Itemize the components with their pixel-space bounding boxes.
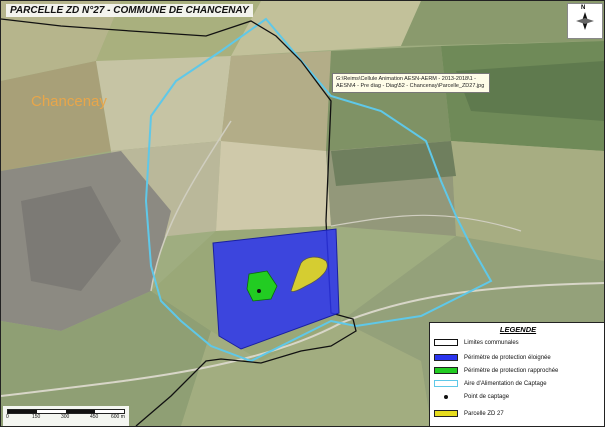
blue-swatch-icon (434, 354, 458, 361)
scale-tick: 150 (32, 414, 41, 420)
point-swatch-icon (434, 395, 458, 399)
legend: LEGENDE Limites communales Périmètre de … (429, 322, 604, 426)
north-arrow-icon: N (567, 3, 603, 39)
legend-item-rapprochee: Périmètre de protection rapprochée (434, 367, 558, 374)
legend-item-parcelle: Parcelle ZD 27 (434, 410, 504, 417)
compass-rose-icon (576, 12, 594, 30)
legend-label: Point de captage (464, 394, 510, 400)
cyan-outline-swatch-icon (434, 380, 458, 387)
map-frame: PARCELLE ZD N°27 - COMMUNE DE CHANCENAY … (0, 0, 605, 427)
legend-item-aac: Aire d'Alimentation de Captage (434, 380, 547, 387)
legend-title: LEGENDE (499, 325, 537, 334)
legend-item-limites: Limites communales (434, 339, 519, 346)
outline-swatch-icon (434, 339, 458, 346)
legend-item-captage: Point de captage (434, 394, 509, 400)
point-de-captage (257, 289, 261, 293)
legend-item-eloignee: Périmètre de protection éloignée (434, 354, 551, 361)
legend-label: Périmètre de protection rapprochée (464, 367, 559, 374)
legend-label: Parcelle ZD 27 (464, 410, 504, 417)
scale-tick: 450 (90, 414, 99, 420)
yellow-swatch-icon (434, 410, 458, 417)
green-swatch-icon (434, 367, 458, 374)
scale-tick: 0 (6, 414, 9, 420)
map-title: PARCELLE ZD N°27 - COMMUNE DE CHANCENAY (6, 4, 253, 17)
legend-label: Périmètre de protection éloignée (464, 354, 551, 361)
commune-label: Chancenay (31, 93, 107, 110)
legend-label: Aire d'Alimentation de Captage (464, 380, 547, 387)
scale-tick: 600 m (111, 414, 125, 420)
scale-tick: 300 (61, 414, 70, 420)
legend-label: Limites communales (464, 339, 519, 346)
scale-bar: 0 150 300 450 600 m (3, 406, 129, 426)
file-path-label: G:\Reims\Cellule Animation AESN-AERM - 2… (332, 73, 490, 93)
